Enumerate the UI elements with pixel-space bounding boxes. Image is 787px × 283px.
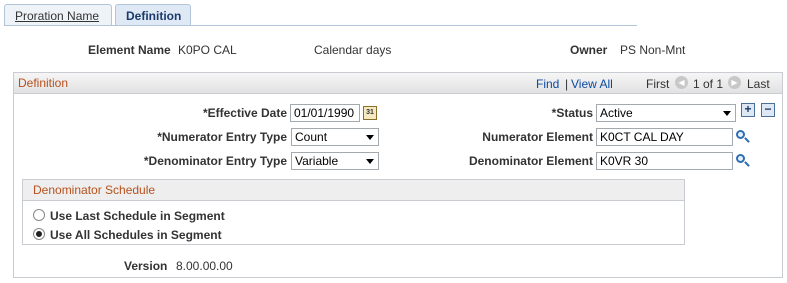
denominator-entry-type-select[interactable]: Variable	[291, 152, 379, 170]
denominator-schedule-title: Denominator Schedule	[33, 183, 156, 197]
next-arrow-icon[interactable]: ▶	[728, 76, 741, 89]
definition-title: Definition	[18, 76, 69, 90]
chevron-down-icon	[366, 135, 374, 140]
use-all-schedules-label[interactable]: Use All Schedules in Segment	[50, 228, 222, 242]
chevron-down-icon	[366, 159, 374, 164]
version-label: Version	[124, 259, 168, 273]
find-link[interactable]: Find	[536, 77, 559, 91]
tab-definition-label: Definition	[126, 9, 182, 23]
view-all-link[interactable]: View All	[571, 77, 613, 91]
owner-value: PS Non-Mnt	[620, 43, 686, 57]
denominator-entry-type-label: *Denominator Entry Type	[143, 154, 287, 168]
numerator-lookup-icon[interactable]	[736, 130, 750, 144]
tab-proration-name-label: Proration Name	[15, 9, 100, 23]
first-label: First	[646, 77, 670, 91]
use-last-schedule-radio[interactable]	[33, 209, 45, 221]
tab-divider	[4, 25, 637, 26]
owner-label: Owner	[570, 43, 608, 57]
denominator-lookup-icon[interactable]	[736, 154, 750, 168]
numerator-element-field[interactable]: K0CT CAL DAY	[596, 128, 733, 146]
use-last-schedule-label[interactable]: Use Last Schedule in Segment	[50, 209, 225, 223]
definition-section: Definition Find | View All First ◀ 1 of …	[13, 72, 783, 278]
tab-proration-name[interactable]: Proration Name	[4, 4, 112, 26]
numerator-entry-type-value: Count	[295, 130, 328, 144]
numerator-element-label: Numerator Element	[482, 130, 593, 144]
element-name-value: K0PO CAL	[178, 43, 237, 57]
nav-separator: |	[565, 77, 569, 91]
numerator-entry-type-label: *Numerator Entry Type	[157, 130, 287, 144]
element-description: Calendar days	[314, 43, 392, 57]
denominator-element-label: Denominator Element	[468, 154, 593, 168]
status-label: *Status	[551, 106, 593, 120]
effective-date-label: *Effective Date	[202, 106, 287, 120]
add-row-icon[interactable]: +	[741, 103, 755, 117]
definition-header-bar: Definition Find | View All First ◀ 1 of …	[14, 73, 782, 94]
last-label: Last	[747, 77, 770, 91]
status-value: Active	[600, 106, 633, 120]
delete-row-icon[interactable]: −	[761, 103, 775, 117]
denominator-schedule-header: Denominator Schedule	[23, 180, 684, 201]
denominator-schedule-section: Denominator Schedule Use Last Schedule i…	[22, 179, 685, 245]
use-all-schedules-radio[interactable]	[33, 228, 45, 240]
status-select[interactable]: Active	[596, 104, 736, 122]
version-value: 8.00.00.00	[176, 259, 233, 273]
calendar-icon[interactable]: 31	[363, 106, 377, 120]
tab-definition[interactable]: Definition	[115, 4, 191, 26]
row-count: 1 of 1	[693, 77, 724, 91]
chevron-down-icon	[723, 111, 731, 116]
previous-arrow-icon[interactable]: ◀	[675, 76, 688, 89]
effective-date-field[interactable]: 01/01/1990	[290, 104, 360, 122]
element-name-label: Element Name	[88, 43, 171, 57]
denominator-element-field[interactable]: K0VR 30	[596, 152, 733, 170]
denominator-entry-type-value: Variable	[295, 154, 339, 168]
numerator-entry-type-select[interactable]: Count	[291, 128, 379, 146]
